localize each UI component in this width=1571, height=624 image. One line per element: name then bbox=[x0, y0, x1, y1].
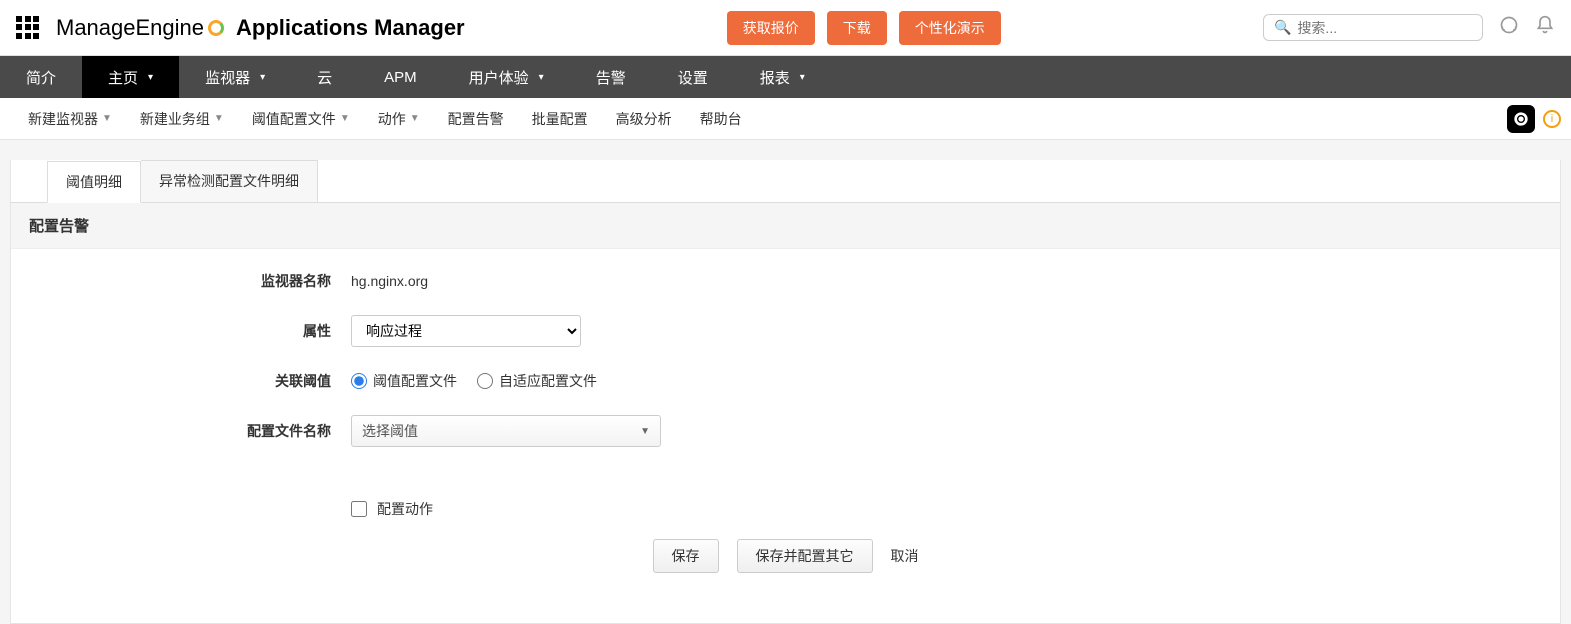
subnav-item-label: 批量配置 bbox=[532, 109, 588, 129]
nav-item-1[interactable]: 主页 ▾ bbox=[82, 56, 179, 98]
subnav-item-label: 帮助台 bbox=[700, 109, 742, 129]
profile-name-value: 选择阈值 bbox=[362, 421, 418, 441]
nav-item-6[interactable]: 告警 bbox=[570, 56, 652, 98]
profile-name-label: 配置文件名称 bbox=[11, 421, 351, 441]
subnav-item-5[interactable]: 批量配置 bbox=[518, 109, 602, 129]
subnav-item-6[interactable]: 高级分析 bbox=[602, 109, 686, 129]
nav-item-4[interactable]: APM bbox=[358, 56, 443, 98]
nav-item-label: 云 bbox=[317, 67, 332, 88]
nav-item-7[interactable]: 设置 bbox=[652, 56, 734, 98]
profile-name-combo[interactable]: 选择阈值 ▼ bbox=[351, 415, 661, 447]
nav-item-5[interactable]: 用户体验 ▾ bbox=[443, 56, 570, 98]
subnav-item-label: 阈值配置文件 bbox=[252, 109, 336, 129]
nav-item-label: 主页 bbox=[108, 67, 138, 88]
chevron-down-icon: ▼ bbox=[340, 113, 350, 124]
chevron-down-icon: ▾ bbox=[260, 72, 265, 83]
nav-item-label: 简介 bbox=[26, 67, 56, 88]
logo-ring-icon bbox=[208, 20, 224, 36]
nav-item-label: 用户体验 bbox=[469, 67, 529, 88]
brand-left: ManageEngine bbox=[56, 15, 204, 41]
sub-nav: 新建监视器 ▼ 新建业务组 ▼ 阈值配置文件 ▼ 动作 ▼ 配置告警 批量配置 高级分析 帮助台 i bbox=[0, 98, 1571, 140]
subnav-item-label: 配置告警 bbox=[448, 109, 504, 129]
subnav-item-label: 动作 bbox=[378, 109, 406, 129]
content-panel: 阈值明细异常检测配置文件明细 配置告警 监视器名称 hg.nginx.org 属… bbox=[10, 160, 1561, 624]
search-icon: 🔍 bbox=[1274, 19, 1291, 36]
nav-item-8[interactable]: 报表 ▾ bbox=[734, 56, 831, 98]
assoc-threshold-label: 关联阈值 bbox=[11, 371, 351, 391]
radio-threshold-label: 阈值配置文件 bbox=[373, 371, 457, 391]
nav-item-label: 报表 bbox=[760, 67, 790, 88]
search-box[interactable]: 🔍 bbox=[1263, 14, 1483, 41]
subnav-item-4[interactable]: 配置告警 bbox=[434, 109, 518, 129]
chevron-down-icon: ▾ bbox=[539, 72, 544, 83]
config-form: 监视器名称 hg.nginx.org 属性 响应过程 关联阈值 阈值配置文件 自… bbox=[11, 249, 1560, 623]
attribute-select[interactable]: 响应过程 bbox=[351, 315, 581, 347]
nav-item-label: APM bbox=[384, 69, 417, 86]
nav-item-0[interactable]: 简介 bbox=[0, 56, 82, 98]
top-center-buttons: 获取报价 下载 个性化演示 bbox=[465, 11, 1263, 45]
section-title: 配置告警 bbox=[11, 202, 1560, 249]
product-logo: ManageEngine Applications Manager bbox=[56, 15, 465, 41]
info-icon[interactable]: i bbox=[1543, 110, 1561, 128]
screenshot-icon[interactable] bbox=[1507, 105, 1535, 133]
nav-item-label: 监视器 bbox=[205, 67, 250, 88]
chevron-down-icon: ▼ bbox=[214, 113, 224, 124]
save-config-button[interactable]: 保存并配置其它 bbox=[737, 539, 873, 573]
chevron-down-icon: ▼ bbox=[640, 426, 650, 437]
tabs: 阈值明细异常检测配置文件明细 bbox=[47, 160, 1560, 202]
chevron-down-icon: ▼ bbox=[102, 113, 112, 124]
chevron-down-icon: ▼ bbox=[410, 113, 420, 124]
subnav-item-7[interactable]: 帮助台 bbox=[686, 109, 756, 129]
top-right: 🔍 bbox=[1263, 14, 1555, 41]
radio-threshold-profile[interactable]: 阈值配置文件 bbox=[351, 371, 457, 391]
nav-item-2[interactable]: 监视器 ▾ bbox=[179, 56, 291, 98]
chevron-down-icon: ▾ bbox=[800, 72, 805, 83]
radio-adaptive-profile[interactable]: 自适应配置文件 bbox=[477, 371, 597, 391]
nav-item-label: 设置 bbox=[678, 67, 708, 88]
support-icon[interactable] bbox=[1499, 15, 1519, 41]
monitor-name-label: 监视器名称 bbox=[11, 271, 351, 291]
chevron-down-icon: ▾ bbox=[148, 72, 153, 83]
radio-threshold-input[interactable] bbox=[351, 373, 367, 389]
subnav-item-1[interactable]: 新建业务组 ▼ bbox=[126, 109, 238, 129]
monitor-name-value: hg.nginx.org bbox=[351, 273, 1560, 289]
cancel-link[interactable]: 取消 bbox=[891, 546, 919, 566]
config-action-checkbox[interactable] bbox=[351, 501, 367, 517]
radio-adaptive-input[interactable] bbox=[477, 373, 493, 389]
attribute-label: 属性 bbox=[11, 321, 351, 341]
save-button[interactable]: 保存 bbox=[653, 539, 719, 573]
main-nav: 简介 主页 ▾ 监视器 ▾ 云 APM 用户体验 ▾ 告警 设置 报表 ▾ bbox=[0, 56, 1571, 98]
tab-0[interactable]: 阈值明细 bbox=[47, 161, 141, 203]
subnav-item-0[interactable]: 新建监视器 ▼ bbox=[14, 109, 126, 129]
get-quote-button[interactable]: 获取报价 bbox=[727, 11, 815, 45]
top-bar: ManageEngine Applications Manager 获取报价 下… bbox=[0, 0, 1571, 56]
bell-icon[interactable] bbox=[1535, 15, 1555, 41]
subnav-item-3[interactable]: 动作 ▼ bbox=[364, 109, 434, 129]
apps-grid-icon[interactable] bbox=[16, 16, 40, 40]
search-input[interactable] bbox=[1297, 20, 1478, 36]
subnav-item-label: 新建监视器 bbox=[28, 109, 98, 129]
nav-item-label: 告警 bbox=[596, 67, 626, 88]
config-action-label: 配置动作 bbox=[377, 499, 433, 519]
tab-1[interactable]: 异常检测配置文件明细 bbox=[141, 160, 318, 202]
download-button[interactable]: 下载 bbox=[827, 11, 887, 45]
subnav-item-label: 高级分析 bbox=[616, 109, 672, 129]
subnav-item-2[interactable]: 阈值配置文件 ▼ bbox=[238, 109, 364, 129]
radio-adaptive-label: 自适应配置文件 bbox=[499, 371, 597, 391]
brand-right: Applications Manager bbox=[236, 15, 465, 41]
subnav-item-label: 新建业务组 bbox=[140, 109, 210, 129]
nav-item-3[interactable]: 云 bbox=[291, 56, 358, 98]
demo-button[interactable]: 个性化演示 bbox=[899, 11, 1001, 45]
form-actions: 保存 保存并配置其它 取消 bbox=[11, 529, 1560, 593]
